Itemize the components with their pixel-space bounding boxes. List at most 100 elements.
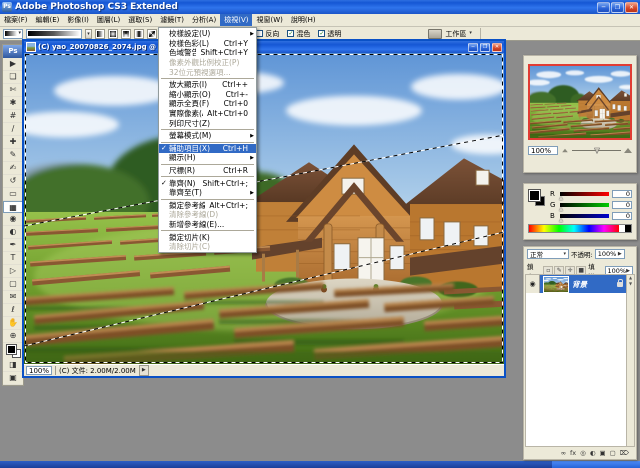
marquee-tool[interactable]: ❏ xyxy=(3,71,23,84)
color-spectrum-ramp[interactable] xyxy=(528,224,632,233)
clone-stamp-tool[interactable]: ✍ xyxy=(3,162,23,175)
slider-marker[interactable] xyxy=(559,206,563,211)
layer-list-scrollbar[interactable]: ▲ ▼ xyxy=(626,275,634,446)
menu-說明(H)[interactable]: 說明(H) xyxy=(287,14,320,26)
gradient-tool[interactable]: ▦ xyxy=(3,201,23,213)
zoom-out-icon[interactable] xyxy=(562,148,568,153)
menu-圖層(L)[interactable]: 圖層(L) xyxy=(93,14,124,26)
layer-style-icon[interactable]: fx xyxy=(570,448,576,458)
path-selection-tool[interactable]: ▷ xyxy=(3,265,23,278)
checkbox-透明[interactable]: ✓ 透明 xyxy=(318,29,341,39)
layer-mask-icon[interactable]: ◎ xyxy=(580,448,586,458)
quick-mask-button[interactable]: ◨ xyxy=(3,359,23,372)
blend-mode-select[interactable]: 正常 ▾ xyxy=(527,249,569,259)
new-layer-icon[interactable]: ▢ xyxy=(610,448,616,458)
navigator-zoom-input[interactable]: 100% xyxy=(528,146,558,155)
linear-gradient-button[interactable] xyxy=(95,28,105,39)
type-tool[interactable]: T xyxy=(3,252,23,265)
tools-palette-header[interactable]: Ps xyxy=(3,45,23,58)
link-layers-icon[interactable]: ∞ xyxy=(561,448,566,458)
quick-selection-tool[interactable]: ✱ xyxy=(3,97,23,110)
zoom-tool[interactable]: ⊕ xyxy=(3,330,23,343)
checkbox-icon[interactable] xyxy=(256,30,264,37)
navigator-proxy-view[interactable] xyxy=(528,64,632,140)
taskbar-button[interactable] xyxy=(552,461,640,468)
document-title-bar[interactable]: (C) yao_20070826_2074.jpg @ 100% (RGB/8)… xyxy=(24,41,504,53)
hand-tool[interactable]: ✋ xyxy=(3,317,23,330)
color-swatches[interactable] xyxy=(3,343,23,359)
gradient-editor[interactable] xyxy=(26,28,82,39)
doc-close-button[interactable]: ✕ xyxy=(492,42,502,52)
screen-mode-button[interactable]: ▣ xyxy=(3,372,23,385)
opacity-input[interactable]: 100% ▶ xyxy=(594,249,625,259)
foreground-color-swatch[interactable] xyxy=(528,189,541,202)
layer-row-background[interactable]: ◉ 背景 xyxy=(526,275,627,293)
checkbox-icon[interactable]: ✓ xyxy=(318,30,326,37)
close-button[interactable]: ✕ xyxy=(625,1,638,13)
workspace-button[interactable]: 工作區 ▾ xyxy=(428,27,481,40)
menu-分析(A)[interactable]: 分析(A) xyxy=(188,14,220,26)
menu-檔案(F)[interactable]: 檔案(F) xyxy=(0,14,32,26)
menu-檢視(V)[interactable]: 檢視(V) xyxy=(220,14,253,26)
maximize-button[interactable]: ❐ xyxy=(611,1,624,13)
reflected-gradient-button[interactable] xyxy=(134,28,144,39)
channel-value-input[interactable]: 0 xyxy=(612,200,632,209)
radial-gradient-button[interactable] xyxy=(108,28,118,39)
layer-group-icon[interactable]: ▣ xyxy=(599,448,605,458)
view-menu-item-新增參考線(E)...[interactable]: 新增參考線(E)... xyxy=(159,220,256,230)
tool-preset-picker[interactable]: ▾ xyxy=(3,28,23,39)
angle-gradient-button[interactable] xyxy=(121,28,131,39)
dodge-tool[interactable]: ◐ xyxy=(3,226,23,239)
status-menu-arrow[interactable]: ▶ xyxy=(138,365,149,376)
menu-影像(I)[interactable]: 影像(I) xyxy=(63,14,93,26)
diamond-gradient-button[interactable] xyxy=(147,28,157,39)
checkbox-icon[interactable]: ✓ xyxy=(287,30,295,37)
menu-視窗(W)[interactable]: 視窗(W) xyxy=(252,14,286,26)
foreground-color-swatch[interactable] xyxy=(6,344,17,355)
menu-選取(S)[interactable]: 選取(S) xyxy=(124,14,156,26)
view-menu-item-顯示(H)[interactable]: 顯示(H) ▶ xyxy=(159,153,256,163)
menu-編輯(E)[interactable]: 編輯(E) xyxy=(32,14,64,26)
zoom-level-input[interactable]: 100% xyxy=(26,366,52,375)
eyedropper-tool[interactable]: ℓ xyxy=(3,304,23,317)
layer-name[interactable]: 背景 xyxy=(572,279,617,290)
canvas[interactable] xyxy=(24,53,504,364)
blur-tool[interactable]: ◉ xyxy=(3,213,23,226)
channel-slider[interactable] xyxy=(559,191,609,200)
brush-tool[interactable]: ✎ xyxy=(3,149,23,162)
layer-visibility-toggle[interactable]: ◉ xyxy=(526,275,540,293)
checkbox-混色[interactable]: ✓ 混色 xyxy=(287,29,310,39)
shape-tool[interactable]: ▢ xyxy=(3,278,23,291)
move-tool[interactable]: ▶ xyxy=(3,58,23,71)
navigator-zoom-slider[interactable] xyxy=(572,147,621,153)
checkbox-反向[interactable]: 反向 xyxy=(256,29,279,39)
rainbow-ramp[interactable] xyxy=(529,225,619,232)
doc-maximize-button[interactable]: ❐ xyxy=(480,42,490,52)
adjustment-layer-icon[interactable]: ◐ xyxy=(590,448,596,458)
channel-slider[interactable] xyxy=(559,202,609,211)
layer-thumbnail[interactable] xyxy=(543,275,569,293)
black-swatch[interactable] xyxy=(625,225,631,232)
slider-marker[interactable] xyxy=(559,217,563,222)
history-brush-tool[interactable]: ↺ xyxy=(3,175,23,188)
color-panel-swatches[interactable] xyxy=(528,189,546,207)
view-menu-item-螢幕模式(M)[interactable]: 螢幕模式(M) ▶ xyxy=(159,131,256,141)
lasso-tool[interactable]: ✄ xyxy=(3,84,23,97)
notes-tool[interactable]: ✉ xyxy=(3,291,23,304)
delete-layer-icon[interactable]: ⌦ xyxy=(620,448,629,458)
channel-slider[interactable] xyxy=(559,213,609,222)
zoom-in-icon[interactable] xyxy=(624,148,632,153)
view-menu-item-列印尺寸(Z)[interactable]: 列印尺寸(Z) xyxy=(159,118,256,128)
gradient-picker-arrow[interactable]: ▾ xyxy=(85,28,92,39)
view-menu-item-靠齊至(T)[interactable]: 靠齊至(T) ▶ xyxy=(159,188,256,198)
healing-brush-tool[interactable]: ✚ xyxy=(3,136,23,149)
menu-濾鏡(T)[interactable]: 濾鏡(T) xyxy=(156,14,188,26)
eraser-tool[interactable]: ▭ xyxy=(3,188,23,201)
pen-tool[interactable]: ✒ xyxy=(3,239,23,252)
minimize-button[interactable]: ─ xyxy=(597,1,610,13)
slider-thumb[interactable] xyxy=(594,147,601,153)
channel-value-input[interactable]: 0 xyxy=(612,211,632,220)
slice-tool[interactable]: ∕ xyxy=(3,123,23,136)
slider-marker[interactable] xyxy=(559,195,563,200)
crop-tool[interactable]: # xyxy=(3,110,23,123)
